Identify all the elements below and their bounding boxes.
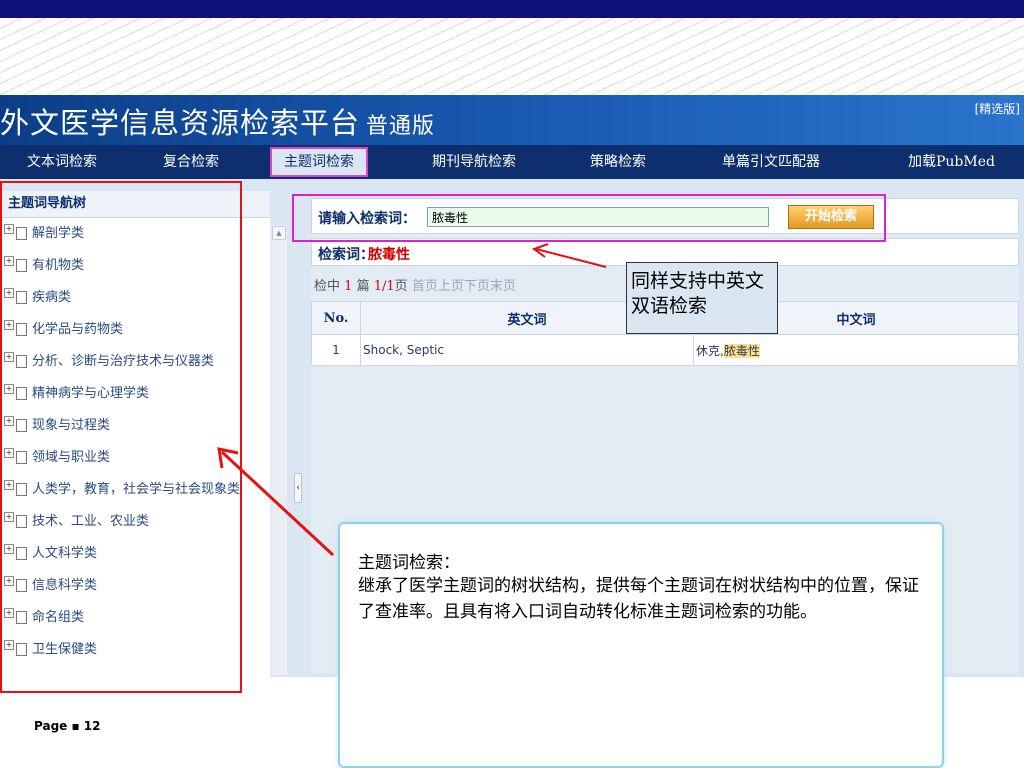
app-edition: 普通版: [366, 114, 436, 139]
search-term-value: 脓毒性: [368, 247, 410, 263]
search-term-label: 检索词：: [318, 247, 374, 263]
nav-journal-search[interactable]: 期刊导航检索: [432, 145, 516, 179]
row-no: 1: [311, 334, 361, 366]
main-nav: 文本词检索 复合检索 主题词检索 期刊导航检索 策略检索 单篇引文匹配器 加载P…: [0, 145, 1024, 179]
callout-body: 继承了医学主题词的树状结构，提供每个主题词在树状结构中的位置，保证了查准率。且具…: [358, 576, 919, 622]
app-title: 外文医学信息资源检索平台 普通版: [0, 100, 435, 142]
col-no: No.: [311, 301, 361, 335]
callout-title: 主题词检索：: [358, 553, 460, 573]
nav-text-search[interactable]: 文本词检索: [27, 145, 97, 179]
next-page-link[interactable]: 下页: [464, 279, 490, 294]
app-banner: 外文医学信息资源检索平台 普通版 [精选版]: [0, 95, 1024, 145]
pager-prefix: 检中: [314, 279, 341, 294]
nav-citation-matcher[interactable]: 单篇引文匹配器: [722, 145, 820, 179]
bilingual-note: 同样支持中英文双语检索: [626, 262, 778, 334]
panel-splitter[interactable]: ‹: [294, 473, 302, 503]
pager: 检中 1 篇 1/1页 首页上页下页末页: [314, 275, 516, 294]
result-count: 1: [344, 279, 353, 294]
refined-edition-link[interactable]: [精选版]: [975, 100, 1020, 117]
app-title-text: 外文医学信息资源检索平台: [0, 106, 361, 140]
search-highlight-box: [292, 194, 886, 242]
top-bar: [0, 0, 1024, 18]
cn-term-highlight: 脓毒性: [723, 343, 760, 358]
callout-box: 主题词检索： 继承了医学主题词的树状结构，提供每个主题词在树状结构中的位置，保证…: [338, 522, 944, 768]
row-chinese-term[interactable]: 休克,脓毒性: [693, 334, 1019, 366]
first-page-link[interactable]: 首页: [412, 279, 438, 294]
cn-term-prefix: 休克,: [696, 343, 724, 358]
last-page-link[interactable]: 末页: [490, 279, 516, 294]
table-row[interactable]: 1 Shock, Septic 休克,脓毒性: [311, 334, 1019, 366]
page-number: Page ▪ 12: [34, 719, 101, 733]
sidebar-scrollbar[interactable]: ▲: [271, 225, 287, 675]
nav-subject-search[interactable]: 主题词检索: [270, 147, 368, 177]
scroll-up-icon[interactable]: ▲: [272, 226, 286, 240]
pager-unit: 篇: [356, 279, 370, 294]
decorative-stripes: [0, 18, 1024, 95]
nav-load-pubmed[interactable]: 加载PubMed: [908, 145, 995, 179]
nav-strategy-search[interactable]: 策略检索: [590, 145, 646, 179]
page-indicator: 1/1: [373, 279, 395, 294]
row-english-term[interactable]: Shock, Septic: [360, 334, 694, 366]
nav-compound-search[interactable]: 复合检索: [163, 145, 219, 179]
tree-highlight-box: [0, 181, 242, 693]
prev-page-link[interactable]: 上页: [438, 279, 464, 294]
page-suffix: 页: [394, 279, 408, 294]
